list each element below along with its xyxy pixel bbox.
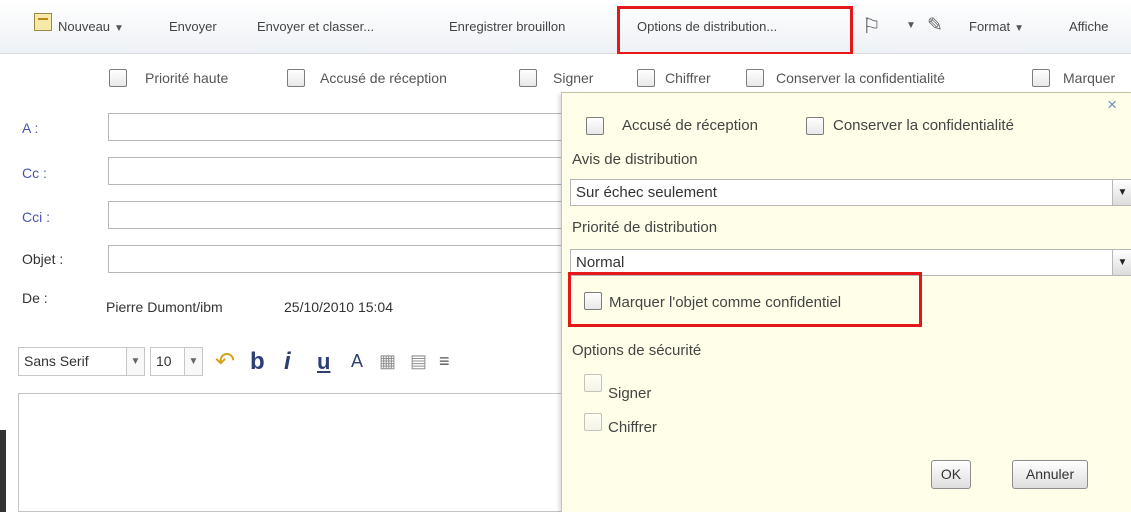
high-priority-checkbox[interactable] [109, 69, 127, 87]
paperclip-icon[interactable]: ✎ [927, 14, 943, 37]
chevron-down-icon[interactable]: ▼ [126, 348, 144, 375]
send-button[interactable]: Envoyer [169, 19, 217, 34]
flag-icon[interactable]: ⚐ [862, 14, 881, 39]
popup-return-receipt-label: Accusé de réception [622, 117, 758, 134]
undo-icon[interactable]: ↶ [215, 347, 235, 376]
ok-button[interactable]: OK [931, 460, 971, 489]
sign-checkbox[interactable] [519, 69, 537, 87]
font-size-value: 10 [156, 353, 172, 369]
mark-label: Marquer [1063, 70, 1116, 86]
keep-private-label: Conserver la confidentialité [776, 70, 945, 86]
sign-label: Signer [553, 70, 594, 86]
from-date: 25/10/2010 15:04 [284, 299, 393, 315]
return-receipt-checkbox[interactable] [287, 69, 305, 87]
display-button[interactable]: Affiche [1069, 19, 1109, 34]
encrypt-label: Chiffrer [665, 70, 711, 86]
delivery-notice-select[interactable]: Sur échec seulement ▼ [570, 179, 1131, 206]
format-label: Format [969, 19, 1011, 34]
chevron-down-icon[interactable]: ▼ [1112, 250, 1131, 275]
return-receipt-label: Accusé de réception [320, 70, 447, 86]
subject-field[interactable] [108, 245, 568, 273]
send-and-file-button[interactable]: Envoyer et classer... [257, 19, 374, 34]
chevron-down-icon[interactable]: ▼ [1112, 180, 1131, 205]
popup-return-receipt-checkbox[interactable] [586, 117, 604, 135]
to-label: A : [22, 120, 39, 136]
popup-keep-private-checkbox[interactable] [806, 117, 824, 135]
new-button-label: Nouveau [58, 19, 111, 34]
mark-checkbox[interactable] [1032, 69, 1050, 87]
chevron-down-icon[interactable]: ▼ [184, 348, 202, 375]
popup-encrypt-label: Chiffrer [608, 419, 657, 436]
cc-label: Cc : [22, 165, 47, 181]
subject-label: Objet : [22, 251, 64, 267]
popup-keep-private-label: Conserver la confidentialité [833, 117, 1014, 134]
font-size-select[interactable]: 10 ▼ [150, 347, 203, 376]
delivery-priority-label: Priorité de distribution [572, 219, 718, 236]
cancel-button[interactable]: Annuler [1012, 460, 1088, 489]
popup-encrypt-checkbox [584, 413, 602, 431]
italic-button[interactable]: i [284, 347, 291, 376]
mail-compose-window: Nouveau ▼ Envoyer Envoyer et classer... E… [0, 0, 1131, 512]
align-icon[interactable]: ≡ [439, 347, 450, 376]
delivery-options-highlight [617, 6, 853, 55]
chevron-down-icon: ▼ [1014, 23, 1025, 34]
delivery-notice-label: Avis de distribution [572, 151, 698, 168]
window-edge [0, 430, 6, 512]
new-message-icon[interactable] [34, 13, 52, 31]
mark-confidential-highlight [568, 272, 922, 327]
font-name-select[interactable]: Sans Serif ▼ [18, 347, 145, 376]
bcc-label: Cci : [22, 209, 50, 225]
underline-button[interactable]: u [317, 347, 330, 376]
close-icon[interactable]: × [1107, 95, 1117, 115]
chevron-down-icon[interactable]: ▼ [906, 20, 916, 31]
from-label: De : [22, 290, 48, 306]
security-options-label: Options de sécurité [572, 342, 702, 359]
format-button[interactable]: Format ▼ [969, 19, 1024, 34]
chevron-down-icon: ▼ [114, 23, 124, 34]
delivery-priority-value: Normal [576, 254, 625, 271]
cc-field[interactable] [108, 157, 568, 185]
table-properties-icon[interactable]: ▤ [410, 347, 427, 376]
encrypt-checkbox[interactable] [637, 69, 655, 87]
popup-sign-label: Signer [608, 385, 652, 402]
font-name-value: Sans Serif [24, 353, 89, 369]
popup-sign-checkbox [584, 374, 602, 392]
new-button[interactable]: Nouveau ▼ [58, 19, 124, 34]
high-priority-label: Priorité haute [145, 70, 229, 86]
delivery-notice-value: Sur échec seulement [576, 184, 717, 201]
editor-toolbar: Sans Serif ▼ 10 ▼ ↶ b i u A ▦ ▤ ≡ [18, 347, 568, 376]
message-body-editor[interactable] [18, 393, 578, 512]
compose-toolbar: Nouveau ▼ Envoyer Envoyer et classer... E… [0, 0, 1131, 55]
table-icon[interactable]: ▦ [379, 347, 396, 376]
to-field[interactable] [108, 113, 568, 141]
from-name: Pierre Dumont/ibm [106, 299, 223, 315]
bold-button[interactable]: b [250, 347, 265, 376]
keep-private-checkbox[interactable] [746, 69, 764, 87]
delivery-options-popup: × Accusé de réception Conserver la confi… [561, 92, 1131, 512]
bcc-field[interactable] [108, 201, 568, 229]
save-draft-button[interactable]: Enregistrer brouillon [449, 19, 565, 34]
font-color-icon[interactable]: A [351, 347, 363, 376]
